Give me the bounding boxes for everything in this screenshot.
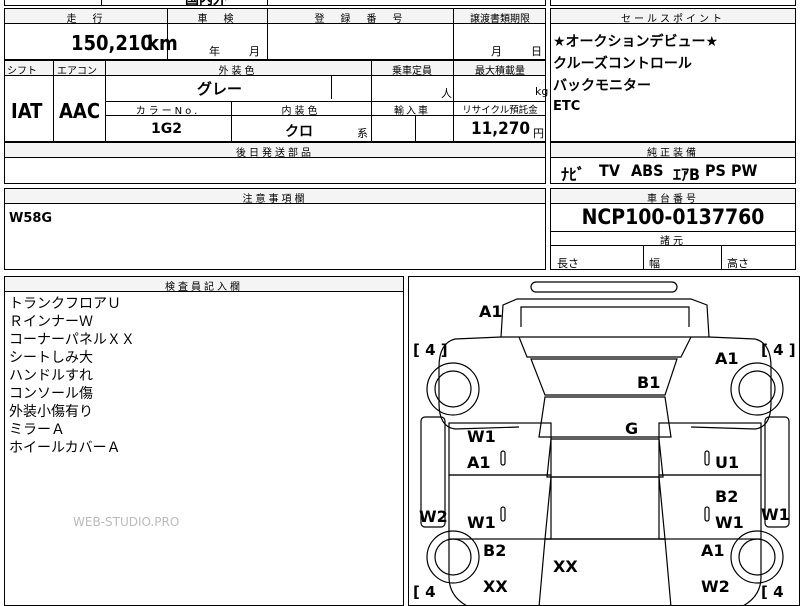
equipment-abs: ABS (631, 161, 664, 180)
max-load-unit: kg (535, 85, 549, 98)
top-partial-strip: 国内外 (4, 0, 546, 8)
top-right-strip (550, 0, 796, 6)
inspector-line-3: コーナーパネルＸＸ (9, 332, 135, 348)
sales-point-2: クルーズコントロール (553, 56, 692, 72)
diagram-label-w2-right-front: W2 (701, 577, 730, 596)
notes-header: 注意事項欄 (242, 194, 308, 205)
diagram-label-u1-right-rear-door: U1 (715, 453, 740, 472)
inspection-year: 年 (209, 45, 220, 58)
diagram-label-b2-left-front-fender: B2 (483, 541, 507, 560)
diagram-label-a1-right-rear-fender: A1 (715, 349, 739, 368)
specs-header: 諸元 (660, 236, 686, 247)
inspector-panel: 検査員記入欄 トランクフロアＵ ＲインナーＷ コーナーパネルＸＸ シートしみ大 … (4, 276, 404, 606)
diagram-label-b1-trunk: B1 (637, 373, 661, 392)
equipment-tv: TV (599, 161, 620, 180)
chassis-value: NCP100-0137760 (581, 205, 765, 229)
specs-length: 長さ (557, 257, 579, 270)
import-car-header: 輸入車 (394, 106, 430, 117)
sales-point-3: バックモニター (553, 78, 651, 94)
recycle-fee-value: 11,270 (471, 119, 531, 139)
diagram-label-tire-left-rear: [ 4 ] (413, 341, 448, 359)
registration-header: 登 録 番 号 (314, 14, 406, 25)
row2-panel: シフト エアコン 外装色 乗車定員 最大積載量 IAT AAC グレー 人 kg… (4, 60, 549, 142)
inspector-line-7: 外装小傷有り (9, 404, 93, 420)
recycle-fee-header: リサイクル預託金 (462, 105, 538, 116)
shift-value: IAT (11, 99, 43, 123)
equipment-navi: ﾅﾋﾞ (561, 165, 586, 184)
shift-header: シフト (7, 66, 37, 77)
diagram-label-w2-left-sill: W2 (419, 507, 448, 526)
diagram-label-w1-left-rear-door: W1 (467, 427, 496, 446)
recycle-fee-unit: 円 (533, 127, 544, 140)
equipment-header: 純正装備 (647, 148, 699, 159)
interior-color-value: クロ (285, 124, 313, 140)
diagram-label-xx-hood: XX (553, 557, 578, 576)
capacity-header: 乗車定員 (392, 66, 432, 77)
sales-point-4: ETC (553, 99, 581, 114)
inspector-line-2: ＲインナーＷ (9, 314, 93, 330)
transfer-day: 日 (531, 45, 542, 58)
diagram-label-b2-right-front-door: B2 (715, 487, 739, 506)
mileage-unit: km (147, 31, 178, 55)
specs-width: 幅 (649, 257, 660, 270)
diagram-label-w1-left-front-door: W1 (467, 513, 496, 532)
aircon-value: AAC (59, 99, 101, 123)
aircon-header: エアコン (57, 66, 97, 77)
diagram-label-w1-right-front-door: W1 (715, 513, 744, 532)
exterior-color-value: グレー (197, 80, 243, 98)
chassis-panel: 車台番号 NCP100-0137760 諸元 長さ 幅 高さ (550, 188, 796, 270)
inspection-header: 車 検 (197, 14, 237, 25)
notes-panel: 注意事項欄 W58G (4, 188, 546, 270)
inspector-line-6: コンソール傷 (9, 386, 93, 402)
chassis-header: 車台番号 (647, 194, 699, 205)
exterior-color-header: 外装色 (218, 66, 258, 77)
equipment-airbag: ｴｱB (673, 165, 700, 184)
diagram-label-xx-left-front: XX (483, 577, 508, 596)
inspection-month: 月 (249, 45, 260, 58)
specs-height: 高さ (727, 257, 749, 270)
inspector-line-5: ハンドルすれ (9, 368, 93, 384)
sales-points-panel: セールスポイント ★オークションデビュー★ クルーズコントロール バックモニター… (550, 8, 796, 142)
diagram-label-tire-left-front: [ 4 (413, 583, 436, 601)
transfer-month: 月 (491, 45, 502, 58)
sales-points-header: セールスポイント (621, 14, 725, 25)
diagram-label-w1-right-sill: W1 (761, 505, 790, 524)
interior-color-header: 内装色 (281, 106, 321, 117)
notes-value: W58G (9, 211, 53, 226)
color-no-header: カラーNo. (135, 106, 201, 117)
later-parts-header: 後日発送部品 (236, 148, 314, 159)
diagram-label-tire-right-front: [ 4 (761, 583, 784, 601)
inspector-header: 検査員記入欄 (165, 282, 243, 293)
mileage-value: 150,210 (71, 31, 153, 55)
diagram-label-a1-right-front-fender: A1 (701, 541, 725, 560)
car-diagram-panel: A1 [ 4 ] [ 4 ] A1 B1 G W1 A1 U1 B2 W1 W2… (408, 276, 800, 606)
color-no-value: 1G2 (151, 121, 182, 137)
watermark: WEB-STUDIO.PRO (73, 515, 180, 529)
interior-color-suffix: 系 (357, 127, 368, 140)
diagram-label-a1-left-rear-door: A1 (467, 453, 491, 472)
diagram-label-tire-right-rear: [ 4 ] (761, 341, 796, 359)
equipment-ps: PS (705, 161, 726, 180)
transfer-deadline-header: 譲渡書類期限 (470, 14, 530, 25)
sales-point-1: ★オークションデビュー★ (553, 34, 719, 50)
equipment-panel: 純正装備 ﾅﾋﾞ TV ABS ｴｱB PS PW (550, 142, 796, 184)
diagram-label-a1-rear-bumper: A1 (479, 302, 503, 321)
row1-panel: 走 行 車 検 登 録 番 号 譲渡書類期限 150,210 km 年 月 月 … (4, 8, 546, 60)
mileage-header: 走 行 (66, 14, 106, 25)
equipment-pw: PW (731, 161, 758, 180)
inspector-line-9: ホイールカバーＡ (9, 440, 121, 456)
max-load-header: 最大積載量 (475, 66, 525, 77)
inspector-line-4: シートしみ大 (9, 350, 93, 366)
later-parts-panel: 後日発送部品 (4, 142, 546, 184)
capacity-unit: 人 (441, 87, 452, 100)
inspector-line-1: トランクフロアＵ (9, 296, 121, 312)
inspector-line-8: ミラーＡ (9, 422, 65, 438)
diagram-label-g-rear-glass: G (625, 419, 639, 438)
